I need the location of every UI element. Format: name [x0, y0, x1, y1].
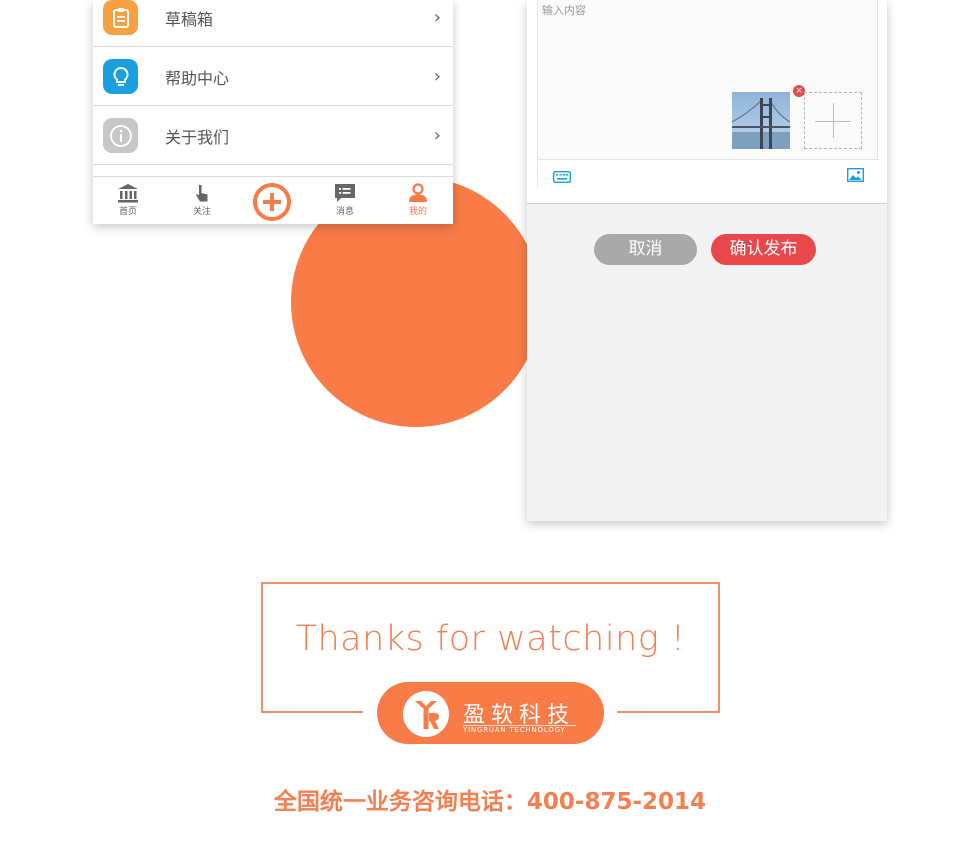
compose-box: ×: [537, 0, 879, 189]
company-badge: 盈软科技 YINGRUAN TECHNOLOGY: [377, 682, 604, 744]
company-logo-icon: [401, 689, 451, 739]
message-icon: [335, 184, 355, 202]
hotline-text: 全国统一业务咨询电话：400-875-2014: [273, 789, 707, 815]
tab-mine[interactable]: 我的: [388, 177, 448, 224]
user-icon: [409, 183, 427, 202]
compose-toolbar: [538, 159, 879, 189]
chevron-right-icon: ›: [433, 66, 441, 87]
image-icon[interactable]: [846, 167, 865, 186]
tab-home[interactable]: 首页: [98, 177, 158, 224]
bank-icon: [118, 184, 138, 203]
compose-screen: × 取消 确认发布: [527, 0, 887, 521]
clipboard-icon: [103, 0, 138, 35]
menu-item-about-us[interactable]: 关于我们 ›: [93, 107, 453, 165]
chevron-right-icon: ›: [433, 125, 441, 146]
company-subtitle: YINGRUAN TECHNOLOGY: [463, 726, 566, 734]
menu-item-help-center[interactable]: 帮助中心 ›: [93, 48, 453, 106]
menu-item-label: 帮助中心: [165, 68, 230, 88]
tab-label: 首页: [118, 207, 137, 217]
lightbulb-icon: [103, 59, 138, 94]
tab-label: 消息: [335, 207, 354, 217]
tab-follow[interactable]: 关注: [172, 177, 232, 224]
confirm-publish-button[interactable]: 确认发布: [711, 234, 816, 265]
thanks-text: Thanks for watching !: [295, 619, 686, 659]
info-icon: [103, 118, 138, 153]
menu-item-label: 草稿箱: [165, 9, 214, 29]
tab-messages[interactable]: 消息: [315, 177, 375, 224]
content-input[interactable]: [542, 4, 862, 17]
menu-item-drafts[interactable]: 草稿箱 ›: [93, 0, 453, 47]
tab-label: 关注: [192, 207, 211, 217]
tap-hand-icon: [196, 185, 208, 202]
attached-image-thumbnail[interactable]: [732, 92, 790, 149]
add-circle-icon[interactable]: [252, 182, 292, 222]
cancel-button[interactable]: 取消: [594, 234, 697, 265]
bottom-tab-bar: 首页 关注 消息 我的: [93, 176, 453, 224]
chevron-right-icon: ›: [433, 7, 441, 28]
keyboard-icon[interactable]: [552, 168, 572, 187]
add-image-button[interactable]: [804, 92, 862, 149]
menu-item-label: 关于我们: [165, 127, 230, 147]
tab-label: 我的: [408, 207, 427, 217]
compose-area: ×: [527, 0, 887, 204]
profile-menu-screen: 草稿箱 › 帮助中心 › 关于我们 › 首页 关注 消息 我的: [93, 0, 453, 224]
